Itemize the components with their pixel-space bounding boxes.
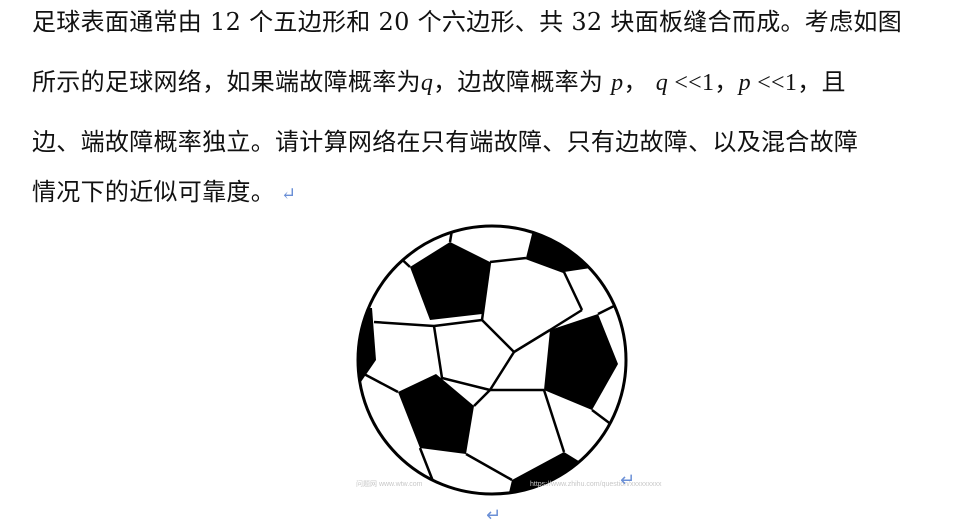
var-q: q [420, 70, 434, 96]
paragraph-return-mark: ↵ [281, 184, 297, 205]
cond-q-rel: <<1 [668, 70, 715, 96]
problem-text-2e: ，且 [797, 68, 846, 96]
cond-q-var: q [655, 70, 669, 96]
problem-text-2d: ， [714, 68, 739, 96]
problem-line-3: 边、端故障概率独立。请计算网络在只有端故障、只有边故障、以及混合故障 [32, 126, 858, 158]
empty-paragraph-return-mark: ↵ [486, 505, 502, 526]
cond-p-rel: <<1 [750, 70, 798, 96]
document-page: 足球表面通常由 12 个五边形和 20 个六边形、共 32 块面板缝合而成。考虑… [0, 0, 966, 526]
problem-text-4: 情况下的近似可靠度。 [32, 178, 275, 206]
figure-return-mark: ↵ [620, 470, 636, 491]
watermark-right: https://www.zhihu.com/question/xxxxxxxxx [530, 481, 662, 488]
cond-p-var: p [738, 70, 751, 96]
problem-text-2b: ，边故障概率为 [433, 68, 612, 96]
problem-text-2a: 所示的足球网络，如果端故障概率为 [32, 68, 421, 96]
var-p: p [611, 70, 624, 96]
watermark-left: 问题网 www.wtw.com [356, 481, 423, 488]
problem-text-2c: ， [623, 68, 656, 96]
problem-text-3: 边、端故障概率独立。请计算网络在只有端故障、只有边故障、以及混合故障 [32, 128, 859, 156]
problem-line-4: 情况下的近似可靠度。 ↵ [32, 176, 296, 211]
soccer-ball-figure [354, 222, 630, 498]
problem-line-2: 所示的足球网络，如果端故障概率为q，边故障概率为 p， q <<1，p <<1，… [32, 66, 846, 99]
problem-text-1: 足球表面通常由 12 个五边形和 20 个六边形、共 32 块面板缝合而成。考虑… [32, 8, 902, 36]
problem-line-1: 足球表面通常由 12 个五边形和 20 个六边形、共 32 块面板缝合而成。考虑… [32, 6, 902, 38]
soccer-ball-icon [356, 224, 628, 496]
